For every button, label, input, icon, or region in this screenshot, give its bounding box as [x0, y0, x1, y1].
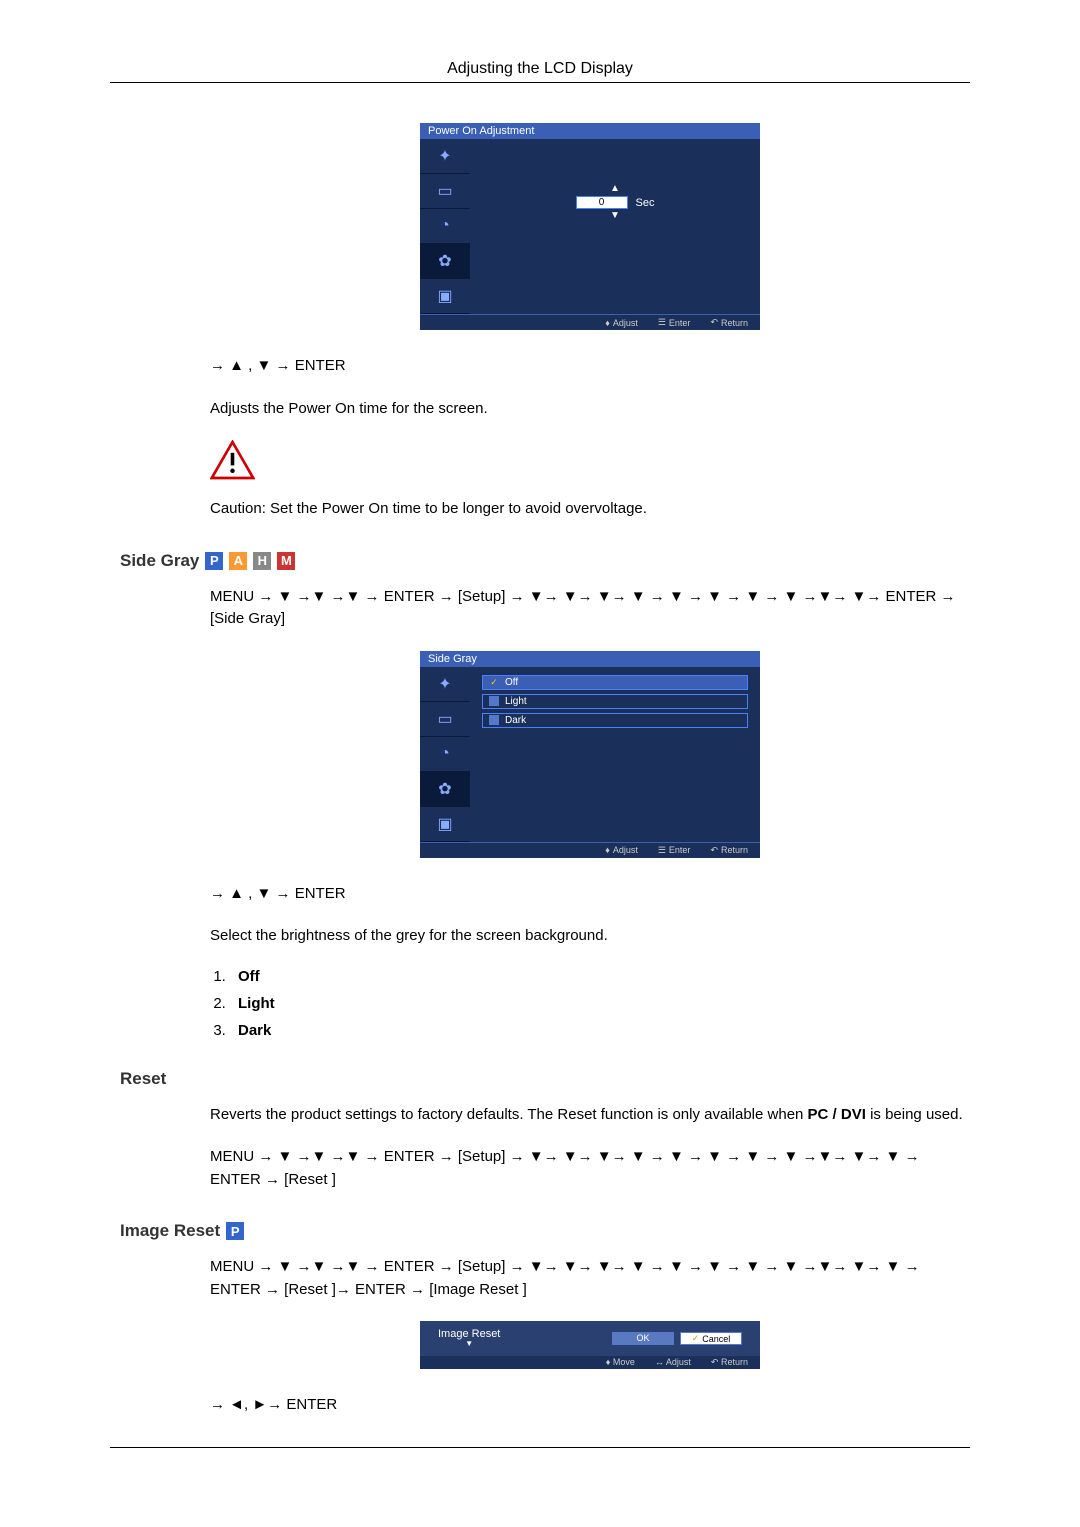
caution-text: Caution: Set the Power On time to be lon… [210, 498, 970, 521]
timer-icon: ◔ [420, 209, 470, 244]
page: Adjusting the LCD Display Power On Adjus… [0, 0, 1080, 1508]
osd-sg-title: Side Gray [420, 651, 760, 667]
osd-title: Power On Adjustment [420, 123, 760, 139]
page-header-title: Adjusting the LCD Display [0, 60, 1080, 78]
osd-option-off-label: Off [505, 677, 518, 688]
power-on-desc: Adjusts the Power On time for the screen… [210, 398, 970, 421]
cancel-button[interactable]: ✓ Cancel [680, 1332, 742, 1345]
sg-footer-adjust: Adjust [613, 845, 638, 855]
checkbox-icon [489, 715, 499, 725]
image-reset-menu-path: MENU → ▼ →▼ →▼ → ENTER → [Setup] → ▼→ ▼→… [210, 1256, 970, 1301]
badge-p-icon: P [205, 552, 223, 570]
heading-reset: Reset [120, 1069, 1080, 1089]
ok-button[interactable]: OK [612, 1332, 674, 1345]
setup-icon: ✿ [420, 772, 470, 807]
side-gray-desc: Select the brightness of the grey for th… [210, 925, 970, 948]
checkbox-icon [489, 696, 499, 706]
reset-desc-b: PC / DVI [808, 1106, 866, 1123]
osd-sg-main: ✓ Off Light Dark [470, 667, 760, 842]
adjust-arrows-icon: ♦ [605, 845, 610, 855]
power-on-unit: Sec [636, 197, 655, 209]
enter-icon: ☰ [658, 845, 666, 856]
timer-icon: ◔ [420, 737, 470, 772]
ir-footer-return: Return [721, 1357, 748, 1367]
osd-ir-label: Image Reset ▼ [438, 1329, 500, 1348]
multi-icon: ▣ [420, 807, 470, 842]
block-side-gray: MENU → ▼ →▼ →▼ → ENTER → [Setup] → ▼→ ▼→… [210, 586, 970, 1039]
return-icon: ↶ [710, 845, 718, 856]
side-gray-options-list: Off Light Dark [230, 968, 970, 1039]
list-item: Dark [230, 1022, 970, 1039]
move-arrows-icon: ♦ [606, 1357, 611, 1367]
osd-image-reset: Image Reset ▼ OK ✓ Cancel ♦ Move ↔ Adjus… [420, 1321, 760, 1369]
reset-desc: Reverts the product settings to factory … [210, 1104, 970, 1127]
ir-footer-move: Move [613, 1357, 635, 1367]
power-on-value: 0 [576, 196, 628, 209]
cancel-label: Cancel [702, 1334, 730, 1344]
footer-enter-label: Enter [669, 318, 691, 328]
picture-icon: ✦ [420, 667, 470, 702]
sg-footer-enter: Enter [669, 845, 691, 855]
osd-option-dark[interactable]: Dark [482, 713, 748, 728]
badge-m-icon: M [277, 552, 295, 570]
heading-image-reset: Image Reset P [120, 1221, 1080, 1241]
return-icon: ↶ [711, 1357, 719, 1367]
osd-main: ▲ 0 Sec ▼ [470, 139, 760, 314]
option-off: Off [238, 968, 260, 985]
heading-side-gray: Side Gray P A H M [120, 551, 1080, 571]
osd-option-dark-label: Dark [505, 715, 526, 726]
block-image-reset: MENU → ▼ →▼ →▼ → ENTER → [Setup] → ▼→ ▼→… [210, 1256, 970, 1417]
osd-option-light-label: Light [505, 696, 527, 707]
image-reset-title: Image Reset [120, 1221, 220, 1241]
reset-title: Reset [120, 1069, 166, 1089]
option-light: Light [238, 995, 275, 1012]
setup-icon: ✿ [420, 244, 470, 279]
list-item: Off [230, 968, 970, 985]
enter-icon: ☰ [658, 317, 666, 328]
osd-side-gray: Side Gray ✦ ▭ ◔ ✿ ▣ ✓ Off [420, 651, 760, 858]
side-gray-menu-path: MENU → ▼ →▼ →▼ → ENTER → [Setup] → ▼→ ▼→… [210, 586, 970, 631]
option-dark: Dark [238, 1022, 271, 1039]
reset-desc-c: is being used. [866, 1106, 963, 1123]
side-gray-title: Side Gray [120, 551, 199, 571]
badge-h-icon: H [253, 552, 271, 570]
down-arrow-icon: ▼ [465, 1340, 473, 1348]
footer-adjust-label: Adjust [613, 318, 638, 328]
footer-return-label: Return [721, 318, 748, 328]
picture-icon: ✦ [420, 139, 470, 174]
input-icon: ▭ [420, 174, 470, 209]
sg-footer-return: Return [721, 845, 748, 855]
image-reset-nav: → ◄, ►→ ENTER [210, 1394, 970, 1417]
input-icon: ▭ [420, 702, 470, 737]
osd-sidebar: ✦ ▭ ◔ ✿ ▣ [420, 139, 470, 314]
osd-option-light[interactable]: Light [482, 694, 748, 709]
header-divider [110, 82, 970, 83]
reset-menu-path: MENU → ▼ →▼ →▼ → ENTER → [Setup] → ▼→ ▼→… [210, 1146, 970, 1191]
badge-p-icon: P [226, 1222, 244, 1240]
osd-ir-footer: ♦ Move ↔ Adjust ↶ Return [420, 1356, 760, 1369]
block-reset: Reverts the product settings to factory … [210, 1104, 970, 1192]
adjust-arrows-icon: ↔ [655, 1357, 664, 1367]
check-icon: ✓ [489, 677, 499, 687]
list-item: Light [230, 995, 970, 1012]
side-gray-nav: → ▲ , ▼ → ENTER [210, 883, 970, 906]
return-icon: ↶ [710, 317, 718, 328]
osd-footer: ♦ Adjust ☰ Enter ↶ Return [420, 314, 760, 330]
check-icon: ✓ [692, 1333, 700, 1344]
caution-icon [210, 440, 970, 483]
osd-sg-footer: ♦ Adjust ☰ Enter ↶ Return [420, 842, 760, 858]
osd-option-off[interactable]: ✓ Off [482, 675, 748, 690]
multi-icon: ▣ [420, 279, 470, 314]
osd-power-on-adjustment: Power On Adjustment ✦ ▭ ◔ ✿ ▣ ▲ 0 Sec [420, 123, 760, 330]
adjust-arrows-icon: ♦ [605, 318, 610, 328]
ir-footer-adjust: Adjust [666, 1357, 691, 1367]
osd-sg-sidebar: ✦ ▭ ◔ ✿ ▣ [420, 667, 470, 842]
down-arrow-icon: ▼ [610, 211, 620, 221]
nav-instruction-1: → ▲ , ▼ → ENTER [210, 355, 970, 378]
reset-desc-a: Reverts the product settings to factory … [210, 1106, 808, 1123]
block-power-on-adjust: Power On Adjustment ✦ ▭ ◔ ✿ ▣ ▲ 0 Sec [210, 123, 970, 521]
badge-a-icon: A [229, 552, 247, 570]
footer-divider [110, 1447, 970, 1448]
up-arrow-icon: ▲ [610, 184, 620, 194]
